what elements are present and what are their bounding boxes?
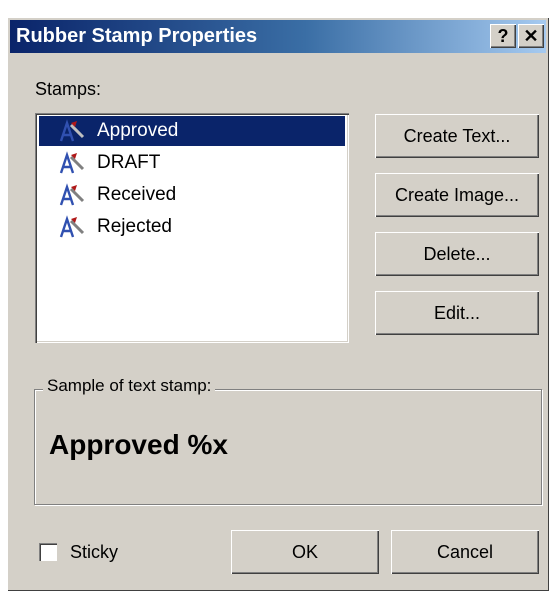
list-item-label: Received xyxy=(97,184,177,205)
stamp-icon xyxy=(57,183,87,207)
help-button[interactable]: ? xyxy=(490,24,516,48)
sticky-label: Sticky xyxy=(70,542,119,562)
stamps-listbox[interactable]: Approved DRAFT Received Rejected xyxy=(35,113,349,343)
create-text-button[interactable]: Create Text... xyxy=(375,114,539,158)
list-item-approved[interactable]: Approved xyxy=(39,116,345,146)
stamps-label: Stamps: xyxy=(35,79,102,99)
window-title: Rubber Stamp Properties xyxy=(16,25,258,47)
title-bar[interactable]: Rubber Stamp Properties ? ✕ xyxy=(10,20,546,53)
stamp-icon xyxy=(57,215,87,239)
edit-button[interactable]: Edit... xyxy=(375,291,539,335)
delete-button[interactable]: Delete... xyxy=(375,232,539,276)
sample-text: Approved %x xyxy=(49,429,228,460)
sticky-checkbox[interactable] xyxy=(39,543,57,561)
create-image-button[interactable]: Create Image... xyxy=(375,173,539,217)
rubber-stamp-dialog: Rubber Stamp Properties ? ✕ Stamps: Appr… xyxy=(7,17,549,591)
stamp-icon xyxy=(57,119,87,143)
cancel-button[interactable]: Cancel xyxy=(391,530,539,574)
stamp-icon xyxy=(57,151,87,175)
sample-caption: Sample of text stamp: xyxy=(43,376,216,396)
close-button[interactable]: ✕ xyxy=(518,24,544,48)
list-item-draft[interactable]: DRAFT xyxy=(39,148,345,178)
list-item-rejected[interactable]: Rejected xyxy=(39,212,345,242)
ok-button[interactable]: OK xyxy=(231,530,379,574)
list-item-label: Approved xyxy=(97,120,179,141)
list-item-label: DRAFT xyxy=(97,152,161,173)
list-item-received[interactable]: Received xyxy=(39,180,345,210)
list-item-label: Rejected xyxy=(97,216,172,237)
